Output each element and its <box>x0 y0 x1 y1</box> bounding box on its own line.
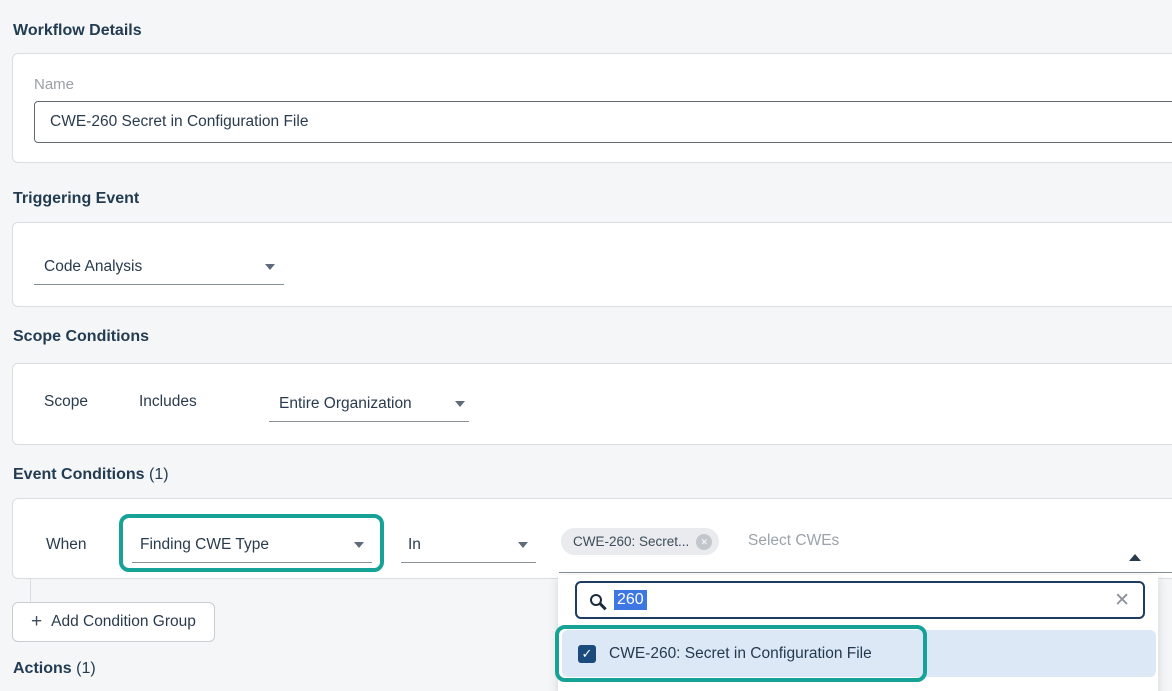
cwe-search-value: 260 <box>614 590 647 610</box>
event-conditions-title: Event Conditions (1) <box>13 466 169 484</box>
scope-operator-label: Includes <box>139 393 197 411</box>
name-input-value: CWE-260 Secret in Configuration File <box>50 113 308 131</box>
search-icon <box>590 594 602 606</box>
scope-conditions-card: Scope Includes Entire Organization <box>12 363 1172 445</box>
cwe-option-checkbox[interactable]: ✓ <box>578 645 596 663</box>
condition-field-select[interactable]: Finding CWE Type <box>132 527 372 563</box>
plus-icon: + <box>31 611 42 633</box>
name-input[interactable]: CWE-260 Secret in Configuration File <box>34 101 1172 143</box>
condition-operator-value: In <box>401 536 421 554</box>
triggering-event-title: Triggering Event <box>13 190 139 208</box>
workflow-details-title: Workflow Details <box>13 22 142 40</box>
event-conditions-count: (1) <box>149 466 169 483</box>
cwe-search-input[interactable]: 260 ✕ <box>575 581 1145 619</box>
chevron-down-icon <box>518 542 528 548</box>
cwe-option-row[interactable]: ✓ CWE-260: Secret in Configuration File <box>562 630 1156 677</box>
name-label: Name <box>34 76 74 93</box>
cwe-option-label: CWE-260: Secret in Configuration File <box>609 645 872 663</box>
add-condition-group-label: Add Condition Group <box>51 613 196 631</box>
scope-value-select[interactable]: Entire Organization <box>269 386 469 422</box>
when-label: When <box>46 536 87 554</box>
chevron-down-icon <box>354 542 364 548</box>
actions-title-text: Actions <box>13 660 72 677</box>
workflow-details-card: Name CWE-260 Secret in Configuration Fil… <box>12 53 1172 163</box>
triggering-event-value: Code Analysis <box>34 258 142 276</box>
selected-cwe-chip[interactable]: CWE-260: Secret... ✕ <box>561 528 719 555</box>
actions-title: Actions (1) <box>13 660 96 678</box>
chip-remove-icon[interactable]: ✕ <box>696 534 712 550</box>
triggering-event-select[interactable]: Code Analysis <box>34 249 284 285</box>
cwe-dropdown-panel: 260 ✕ ✓ CWE-260: Secret in Configuration… <box>558 575 1158 691</box>
condition-field-value: Finding CWE Type <box>132 536 269 554</box>
condition-operator-select[interactable]: In <box>401 527 536 563</box>
scope-label: Scope <box>44 393 88 411</box>
cwe-multiselect-placeholder: Select CWEs <box>748 532 839 550</box>
selected-cwe-chip-label: CWE-260: Secret... <box>573 534 689 549</box>
event-conditions-card: When Finding CWE Type In CWE-260: Secret… <box>12 498 1172 579</box>
actions-count: (1) <box>76 660 96 677</box>
scope-value: Entire Organization <box>269 395 412 413</box>
chevron-down-icon <box>455 401 465 407</box>
chevron-up-glyph <box>1129 537 1141 561</box>
triggering-event-card: Code Analysis <box>12 222 1172 307</box>
chevron-down-icon <box>265 264 275 270</box>
add-condition-group-button[interactable]: + Add Condition Group <box>12 602 215 642</box>
event-conditions-title-text: Event Conditions <box>13 466 145 483</box>
cwe-multiselect-underline <box>559 572 1172 573</box>
chevron-up-icon[interactable] <box>1129 537 1141 555</box>
scope-conditions-title: Scope Conditions <box>13 328 149 346</box>
workflow-editor-page: Workflow Details Name CWE-260 Secret in … <box>0 0 1172 691</box>
search-clear-icon[interactable]: ✕ <box>1114 591 1130 610</box>
condition-group-connector-line <box>30 579 31 603</box>
